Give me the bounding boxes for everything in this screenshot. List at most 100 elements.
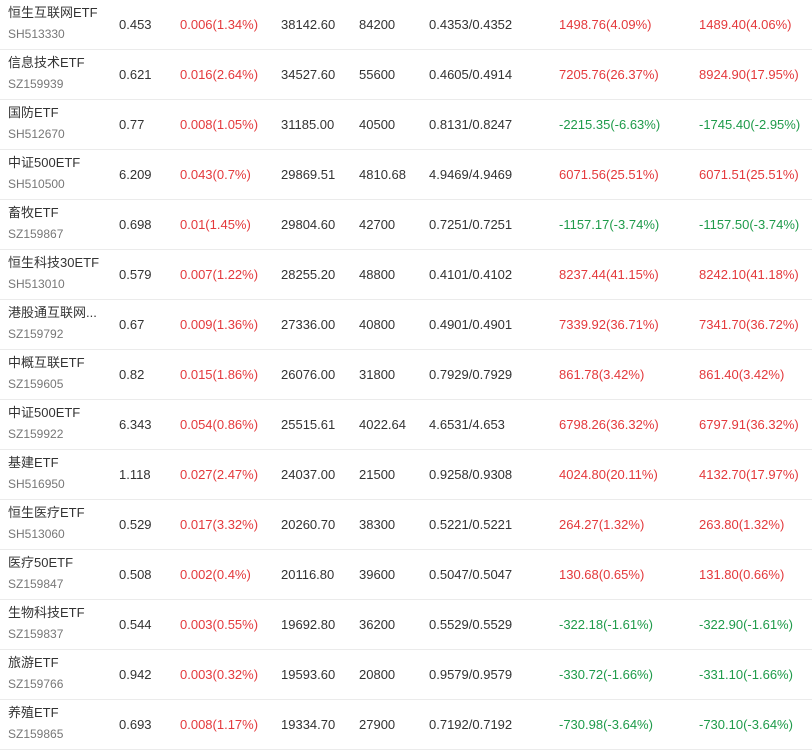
profit-loss: -322.18(-1.61%) [559,617,653,632]
current-price: 0.508 [119,567,152,582]
profit-loss: -1157.17(-3.74%) [559,217,660,232]
table-row[interactable]: 旅游ETF SZ159766 0.942 0.003(0.32%) 19593.60 20… [0,650,812,700]
security-cell[interactable]: 中概互联ETF SZ159605 [8,350,112,399]
profit-loss-alt: 1489.40(4.06%) [699,17,792,32]
security-name[interactable]: 中证500ETF [8,154,112,172]
profit-loss-alt: -322.90(-1.61%) [699,617,793,632]
security-cell[interactable]: 恒生科技30ETF SH513010 [8,250,112,299]
profit-loss-alt: -331.10(-1.66%) [699,667,793,682]
market-value: 19334.70 [281,717,336,732]
price-change: 0.007(1.22%) [180,267,259,282]
profit-loss-alt: -1745.40(-2.95%) [699,117,801,132]
security-name[interactable]: 养殖ETF [8,704,112,722]
security-cell[interactable]: 生物科技ETF SZ159837 [8,600,112,649]
holding-shares: 55600 [359,67,396,82]
security-code: SZ159837 [8,627,64,641]
security-name[interactable]: 港股通互联网... [8,304,112,322]
price-change: 0.006(1.34%) [180,17,259,32]
market-value: 20260.70 [281,517,336,532]
cost-range: 4.6531/4.653 [429,417,505,432]
security-cell[interactable]: 旅游ETF SZ159766 [8,650,112,699]
current-price: 6.209 [119,167,152,182]
holding-shares: 20800 [359,667,396,682]
security-name[interactable]: 恒生科技30ETF [8,254,112,272]
price-change: 0.027(2.47%) [180,467,259,482]
security-name[interactable]: 中概互联ETF [8,354,112,372]
current-price: 0.67 [119,317,145,332]
security-cell[interactable]: 恒生互联网ETF SH513330 [8,0,112,49]
security-name[interactable]: 中证500ETF [8,404,112,422]
market-value: 24037.00 [281,467,336,482]
security-name[interactable]: 基建ETF [8,454,112,472]
security-cell[interactable]: 港股通互联网... SZ159792 [8,300,112,349]
table-row[interactable]: 基建ETF SH516950 1.118 0.027(2.47%) 24037.00 21… [0,450,812,500]
profit-loss-alt: 263.80(1.32%) [699,517,785,532]
security-name[interactable]: 信息技术ETF [8,54,112,72]
security-code: SH513010 [8,277,65,291]
table-row[interactable]: 中概互联ETF SZ159605 0.82 0.015(1.86%) 26076.00 3… [0,350,812,400]
table-row[interactable]: 国防ETF SH512670 0.77 0.008(1.05%) 31185.00 405… [0,100,812,150]
table-row[interactable]: 医疗50ETF SZ159847 0.508 0.002(0.4%) 20116.80 3… [0,550,812,600]
cost-range: 0.7251/0.7251 [429,217,513,232]
security-code: SZ159766 [8,677,64,691]
security-cell[interactable]: 基建ETF SH516950 [8,450,112,499]
profit-loss-alt: 131.80(0.66%) [699,567,785,582]
security-code: SH510500 [8,177,65,191]
current-price: 1.118 [119,467,151,482]
security-name[interactable]: 国防ETF [8,104,112,122]
profit-loss: 264.27(1.32%) [559,517,645,532]
cost-range: 0.8131/0.8247 [429,117,513,132]
profit-loss: 8237.44(41.15%) [559,267,659,282]
security-code: SZ159865 [8,727,64,741]
holding-shares: 40800 [359,317,396,332]
cost-range: 4.9469/4.9469 [429,167,513,182]
security-cell[interactable]: 养殖ETF SZ159865 [8,700,112,749]
security-cell[interactable]: 信息技术ETF SZ159939 [8,50,112,99]
security-cell[interactable]: 恒生医疗ETF SH513060 [8,500,112,549]
security-cell[interactable]: 中证500ETF SZ159922 [8,400,112,449]
market-value: 26076.00 [281,367,336,382]
security-cell[interactable]: 国防ETF SH512670 [8,100,112,149]
holding-shares: 40500 [359,117,396,132]
table-row[interactable]: 恒生科技30ETF SH513010 0.579 0.007(1.22%) 28255.… [0,250,812,300]
security-name[interactable]: 畜牧ETF [8,204,112,222]
security-code: SZ159922 [8,427,64,441]
profit-loss-alt: 8242.10(41.18%) [699,267,799,282]
security-cell[interactable]: 畜牧ETF SZ159867 [8,200,112,249]
holding-shares: 39600 [359,567,396,582]
security-code: SH516950 [8,477,65,491]
profit-loss: 4024.80(20.11%) [559,467,658,482]
holding-shares: 31800 [359,367,396,382]
market-value: 19593.60 [281,667,336,682]
security-name[interactable]: 旅游ETF [8,654,112,672]
security-cell[interactable]: 医疗50ETF SZ159847 [8,550,112,599]
security-name[interactable]: 恒生医疗ETF [8,504,112,522]
cost-range: 0.4901/0.4901 [429,317,513,332]
table-row[interactable]: 港股通互联网... SZ159792 0.67 0.009(1.36%) 27336.0… [0,300,812,350]
profit-loss-alt: 861.40(3.42%) [699,367,785,382]
cost-range: 0.4605/0.4914 [429,67,513,82]
holding-shares: 4810.68 [359,167,406,182]
price-change: 0.008(1.05%) [180,117,259,132]
security-name[interactable]: 医疗50ETF [8,554,112,572]
table-row[interactable]: 中证500ETF SZ159922 6.343 0.054(0.86%) 25515.6… [0,400,812,450]
table-row[interactable]: 信息技术ETF SZ159939 0.621 0.016(2.64%) 34527.60… [0,50,812,100]
profit-loss-alt: -1157.50(-3.74%) [699,217,800,232]
current-price: 0.698 [119,217,152,232]
cost-range: 0.4353/0.4352 [429,17,513,32]
table-row[interactable]: 畜牧ETF SZ159867 0.698 0.01(1.45%) 29804.60 427… [0,200,812,250]
security-name[interactable]: 恒生互联网ETF [8,4,112,22]
market-value: 19692.80 [281,617,336,632]
table-row[interactable]: 中证500ETF SH510500 6.209 0.043(0.7%) 29869.51… [0,150,812,200]
holding-shares: 42700 [359,217,396,232]
table-row[interactable]: 生物科技ETF SZ159837 0.544 0.003(0.55%) 19692.80… [0,600,812,650]
security-cell[interactable]: 中证500ETF SH510500 [8,150,112,199]
holding-shares: 21500 [359,467,396,482]
cost-range: 0.5047/0.5047 [429,567,513,582]
table-row[interactable]: 恒生互联网ETF SH513330 0.453 0.006(1.34%) 38142.6… [0,0,812,50]
table-row[interactable]: 养殖ETF SZ159865 0.693 0.008(1.17%) 19334.70 27… [0,700,812,750]
price-change: 0.01(1.45%) [180,217,251,232]
table-row[interactable]: 恒生医疗ETF SH513060 0.529 0.017(3.32%) 20260.70… [0,500,812,550]
security-name[interactable]: 生物科技ETF [8,604,112,622]
current-price: 0.82 [119,367,145,382]
